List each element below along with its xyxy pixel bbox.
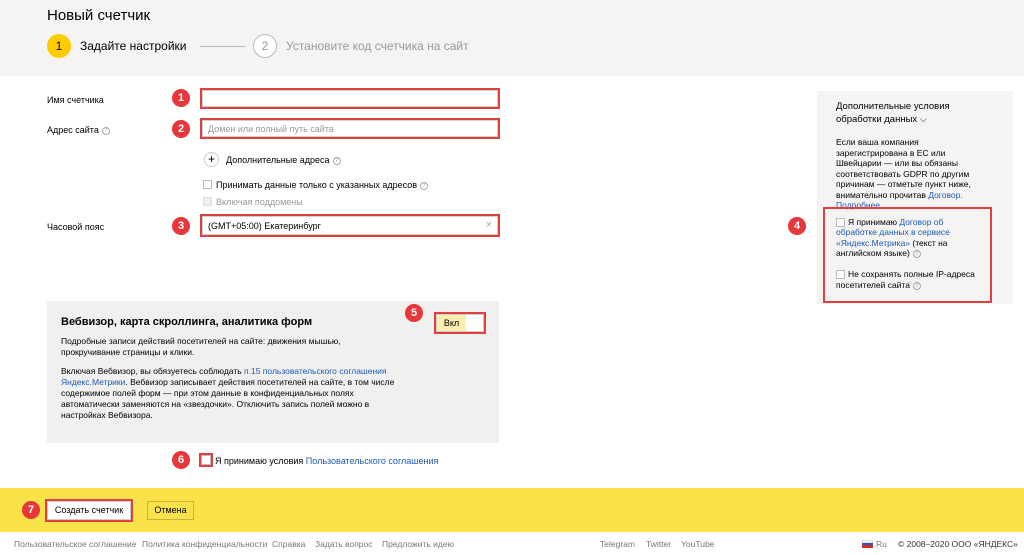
include-subdomains-checkbox[interactable] xyxy=(203,197,212,206)
step-2-circle: 2 xyxy=(253,34,277,58)
badge-6: 6 xyxy=(172,451,190,469)
metrika-link[interactable]: Яндекс.Метрики xyxy=(61,377,125,387)
footer-twitter[interactable]: Twitter xyxy=(646,539,671,549)
ip-label-cont: посетителей сайта? xyxy=(836,280,921,291)
agreement-checkbox[interactable] xyxy=(199,453,213,467)
dpa-link[interactable]: Договор об xyxy=(899,217,943,227)
badge-4: 4 xyxy=(788,217,806,235)
agreement-label: Я принимаю условия Пользовательского сог… xyxy=(215,456,439,466)
help-icon[interactable]: ? xyxy=(420,182,429,190)
ip-label: Не сохранять полные IP-адреса xyxy=(848,269,975,279)
timezone-select[interactable]: (GMT+05:00) Екатеринбург × xyxy=(200,214,500,237)
gdpr-text: Если ваша компания зарегистрирована в ЕС… xyxy=(836,137,971,210)
timezone-label: Часовой пояс xyxy=(47,222,105,232)
timezone-value: (GMT+05:00) Екатеринбург xyxy=(208,221,321,231)
footer-link-privacy[interactable]: Политика конфиденциальности xyxy=(142,539,267,549)
dpa-checkbox[interactable] xyxy=(836,218,845,227)
gdpr-options-box: Я принимаю Договор об обработке данных в… xyxy=(823,207,992,303)
plus-icon[interactable]: + xyxy=(204,152,219,167)
footer-link-agreement[interactable]: Пользовательское соглашение xyxy=(14,539,136,549)
help-icon[interactable]: ? xyxy=(332,157,341,165)
footer-link-question[interactable]: Задать вопрос xyxy=(315,539,373,549)
clear-icon[interactable]: × xyxy=(486,219,492,231)
footer-link-help[interactable]: Справка xyxy=(272,539,305,549)
site-address-input[interactable]: Домен или полный путь сайта xyxy=(200,118,500,139)
ip-checkbox[interactable] xyxy=(836,270,845,279)
badge-5: 5 xyxy=(405,304,423,322)
user-agreement-link[interactable]: Пользовательского соглашения xyxy=(306,456,439,466)
webvisor-title: Вебвизор, карта скроллинга, аналитика фо… xyxy=(61,316,313,328)
counter-name-input[interactable] xyxy=(200,88,500,109)
footer-telegram[interactable]: Telegram xyxy=(600,539,635,549)
counter-name-label: Имя счетчика xyxy=(47,95,104,105)
footer-link-idea[interactable]: Предложить идею xyxy=(382,539,454,549)
footer-lang[interactable]: Ru xyxy=(876,539,887,549)
step-1-circle: 1 xyxy=(47,34,71,58)
header-area xyxy=(0,0,1024,76)
badge-1: 1 xyxy=(172,89,190,107)
webvisor-toggle[interactable]: Вкл xyxy=(434,312,486,334)
dpa-label: Я принимаю Договор об xyxy=(848,217,944,227)
webvisor-panel: Вебвизор, карта скроллинга, аналитика фо… xyxy=(47,301,499,443)
gdpr-title[interactable]: Дополнительные условия обработки данных … xyxy=(836,101,950,126)
help-icon[interactable]: ? xyxy=(101,127,110,135)
badge-2: 2 xyxy=(172,120,190,138)
only-specified-checkbox[interactable] xyxy=(203,180,212,189)
only-specified-label: Принимать данные только с указанных адре… xyxy=(216,180,429,190)
webvisor-terms: Включая Вебвизор, вы обязуетесь соблюдат… xyxy=(61,366,395,420)
help-icon[interactable]: ? xyxy=(912,250,921,258)
badge-7: 7 xyxy=(22,501,40,519)
russian-flag-icon xyxy=(862,540,873,548)
help-icon[interactable]: ? xyxy=(912,282,921,290)
page-title: Новый счетчик xyxy=(47,7,151,24)
additional-addresses-link[interactable]: Дополнительные адреса? xyxy=(226,155,341,165)
dpa-label-cont: обработке данных в сервисе «Яндекс.Метри… xyxy=(836,227,950,258)
step-divider xyxy=(200,46,246,47)
contract-link[interactable]: Договор. xyxy=(928,190,962,200)
step-1-label: Задайте настройки xyxy=(80,39,187,53)
footer-copyright: © 2008–2020 ООО «ЯНДЕКС» xyxy=(898,539,1018,549)
webvisor-description: Подробные записи действий посетителей на… xyxy=(61,336,341,357)
site-address-label: Адрес сайта? xyxy=(47,125,110,135)
step-2-label: Установите код счетчика на сайт xyxy=(286,39,469,53)
toggle-on-label: Вкл xyxy=(437,315,466,331)
create-counter-button[interactable]: Создать счетчик xyxy=(45,499,133,522)
agreement-p15-link[interactable]: п.15 пользовательского соглашения xyxy=(244,366,387,376)
chevron-down-icon: ⌵ xyxy=(919,114,927,124)
cancel-button[interactable]: Отмена xyxy=(147,501,194,520)
include-subdomains-label: Включая поддомены xyxy=(216,197,303,207)
footer-youtube[interactable]: YouTube xyxy=(681,539,714,549)
badge-3: 3 xyxy=(172,217,190,235)
